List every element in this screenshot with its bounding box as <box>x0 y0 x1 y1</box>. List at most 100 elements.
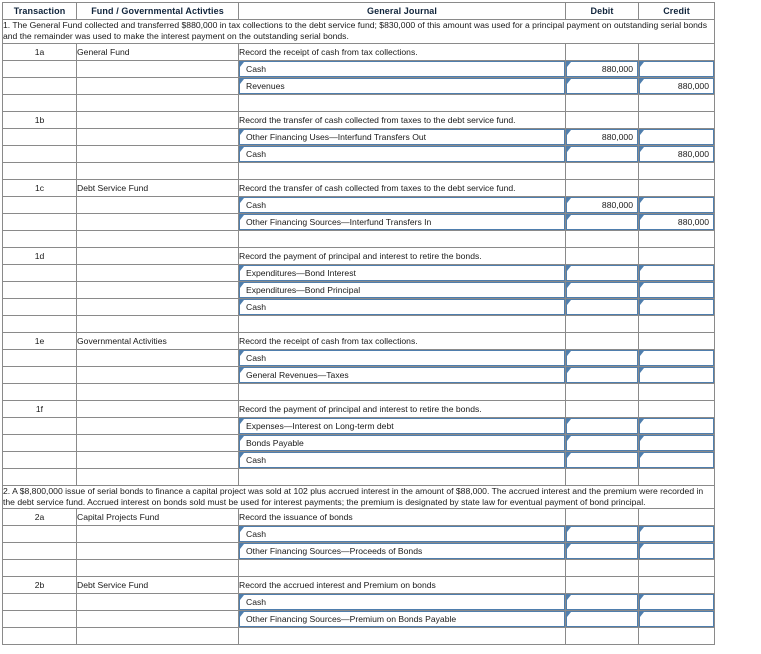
account-cell: Expenses—Interest on Long-term debt <box>238 416 566 435</box>
debit-input[interactable] <box>566 77 638 94</box>
credit-input[interactable] <box>639 417 714 434</box>
credit-input[interactable]: 880,000 <box>639 213 714 230</box>
debit-input[interactable] <box>566 594 638 611</box>
credit-input[interactable] <box>639 196 714 213</box>
credit-input[interactable] <box>639 128 714 145</box>
debit-cell <box>565 297 639 316</box>
account-select[interactable]: Cash <box>239 594 565 611</box>
credit-cell <box>638 365 715 384</box>
debit-cell <box>565 263 639 282</box>
account-select[interactable]: Cash <box>239 196 565 213</box>
entry-header-row: 1f Record the payment of principal and in… <box>2 399 715 418</box>
fund-blank <box>76 593 239 612</box>
spacer-cell <box>238 627 566 646</box>
debit-cell-empty <box>565 399 639 418</box>
account-select[interactable]: Other Financing Sources—Premium on Bonds… <box>239 611 565 628</box>
spacer-cell <box>2 627 77 646</box>
debit-input[interactable] <box>566 611 638 628</box>
debit-input[interactable] <box>566 213 638 230</box>
credit-input[interactable] <box>639 264 714 281</box>
credit-cell-empty <box>638 399 715 418</box>
entry-description: Record the payment of principal and inte… <box>238 399 566 418</box>
account-select[interactable]: Cash <box>239 451 565 468</box>
credit-input[interactable] <box>639 611 714 628</box>
account-select[interactable]: Cash <box>239 145 565 162</box>
entry-description: Record the transfer of cash collected fr… <box>238 178 566 197</box>
credit-input[interactable] <box>639 543 714 560</box>
account-select[interactable]: Cash <box>239 349 565 366</box>
account-cell: Cash <box>238 450 566 469</box>
debit-cell-empty <box>565 42 639 61</box>
credit-cell <box>638 525 715 544</box>
spacer-cell <box>565 382 639 401</box>
debit-input[interactable] <box>566 417 638 434</box>
debit-cell-empty <box>565 110 639 129</box>
debit-input[interactable]: 880,000 <box>566 60 638 77</box>
debit-cell <box>565 542 639 561</box>
account-select[interactable]: General Revenues—Taxes <box>239 366 565 383</box>
debit-input[interactable]: 880,000 <box>566 196 638 213</box>
credit-input[interactable] <box>639 594 714 611</box>
debit-input[interactable] <box>566 526 638 543</box>
credit-input[interactable]: 880,000 <box>639 77 714 94</box>
account-select[interactable]: Expenses—Interest on Long-term debt <box>239 417 565 434</box>
fund-blank <box>76 297 239 316</box>
credit-input[interactable] <box>639 434 714 451</box>
credit-input[interactable]: 880,000 <box>639 145 714 162</box>
credit-input[interactable] <box>639 298 714 315</box>
transaction-id: 1b <box>2 110 77 129</box>
account-select[interactable]: Cash <box>239 526 565 543</box>
credit-input[interactable] <box>639 366 714 383</box>
debit-input[interactable] <box>566 349 638 366</box>
transaction-id-blank <box>2 593 77 612</box>
account-select[interactable]: Bonds Payable <box>239 434 565 451</box>
debit-input[interactable] <box>566 298 638 315</box>
journal-line-row: Expenditures—Bond Principal <box>2 280 715 299</box>
spacer-cell <box>238 93 566 112</box>
account-select[interactable]: Expenditures—Bond Interest <box>239 264 565 281</box>
debit-input[interactable] <box>566 145 638 162</box>
debit-input[interactable] <box>566 543 638 560</box>
table-body: 1. The General Fund collected and transf… <box>2 19 715 646</box>
spacer-cell <box>76 161 239 180</box>
journal-line-row: Other Financing Uses—Interfund Transfers… <box>2 127 715 146</box>
fund-blank <box>76 416 239 435</box>
account-select[interactable]: Other Financing Uses—Interfund Transfers… <box>239 128 565 145</box>
account-cell: Revenues <box>238 76 566 95</box>
credit-input[interactable] <box>639 451 714 468</box>
debit-input[interactable] <box>566 366 638 383</box>
account-select[interactable]: Expenditures—Bond Principal <box>239 281 565 298</box>
credit-cell <box>638 433 715 452</box>
account-cell: Expenditures—Bond Principal <box>238 280 566 299</box>
transaction-id: 2b <box>2 576 77 595</box>
account-cell: Cash <box>238 348 566 367</box>
debit-cell-empty <box>565 508 639 527</box>
credit-input[interactable] <box>639 526 714 543</box>
column-header-transaction: Transaction <box>2 2 77 20</box>
credit-cell <box>638 127 715 146</box>
account-select[interactable]: Cash <box>239 298 565 315</box>
spacer-row <box>2 161 715 180</box>
account-cell: Other Financing Sources—Premium on Bonds… <box>238 610 566 629</box>
fund-name <box>76 110 239 129</box>
credit-input[interactable] <box>639 349 714 366</box>
account-select[interactable]: Revenues <box>239 77 565 94</box>
fund-blank <box>76 525 239 544</box>
account-select[interactable]: Other Financing Sources—Interfund Transf… <box>239 213 565 230</box>
spacer-cell <box>2 382 77 401</box>
column-header-credit: Credit <box>638 2 715 20</box>
debit-input[interactable]: 880,000 <box>566 128 638 145</box>
account-select[interactable]: Cash <box>239 60 565 77</box>
debit-input[interactable] <box>566 281 638 298</box>
spacer-cell <box>2 467 77 486</box>
account-select[interactable]: Other Financing Sources—Proceeds of Bond… <box>239 543 565 560</box>
credit-input[interactable] <box>639 60 714 77</box>
debit-input[interactable] <box>566 451 638 468</box>
transaction-id: 1d <box>2 246 77 265</box>
credit-input[interactable] <box>639 281 714 298</box>
debit-input[interactable] <box>566 264 638 281</box>
spacer-cell <box>238 467 566 486</box>
debit-input[interactable] <box>566 434 638 451</box>
spacer-cell <box>638 93 715 112</box>
transaction-id-blank <box>2 280 77 299</box>
